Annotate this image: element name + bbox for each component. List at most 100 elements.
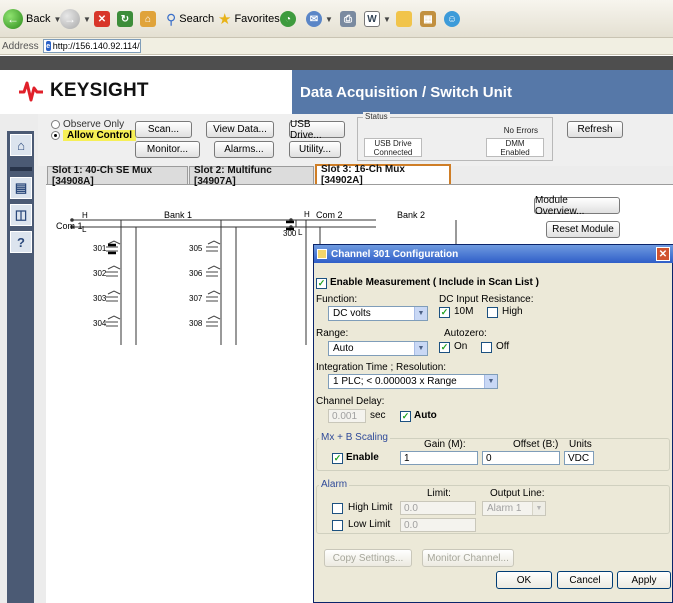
instrument-nav-icon[interactable]: ▤	[10, 177, 32, 199]
integration-select[interactable]: 1 PLC; < 0.000003 x Range ▼	[328, 374, 498, 389]
dc-10m-checkbox[interactable]: ✓	[439, 307, 450, 318]
search-button[interactable]: ⚲ Search	[166, 8, 214, 30]
tab-slot-1[interactable]: Slot 1: 40-Ch SE Mux [34908A]	[47, 165, 188, 187]
chevron-down-icon: ▼	[83, 14, 91, 24]
autozero-off-label: Off	[496, 341, 510, 352]
allow-control-label: Allow Control	[63, 130, 136, 141]
units-label: Units	[569, 439, 592, 450]
channel-306-label[interactable]: 306	[189, 269, 202, 278]
dc-high-checkbox[interactable]	[487, 307, 498, 318]
channel-302-label[interactable]: 302	[93, 269, 106, 278]
stop-icon: ✕	[94, 11, 110, 27]
output-line-select[interactable]: Alarm 1 ▼	[482, 501, 546, 516]
search-icon: ⚲	[166, 10, 177, 27]
view-data-button[interactable]: View Data...	[206, 121, 274, 138]
bank2-label: Bank 2	[397, 210, 426, 220]
messenger-button[interactable]: ☺	[444, 8, 460, 30]
monitor-channel-button[interactable]: Monitor Channel...	[422, 549, 514, 567]
observe-only-option[interactable]: Observe Only	[51, 119, 124, 130]
alarms-button[interactable]: Alarms...	[214, 141, 274, 158]
function-label: Function:	[316, 294, 358, 305]
autozero-off-checkbox[interactable]	[481, 342, 492, 353]
chevron-down-icon: ▼	[414, 342, 427, 355]
scan-button[interactable]: Scan...	[135, 121, 192, 138]
scaling-enable-label: Enable	[346, 452, 379, 463]
allow-control-option[interactable]: Allow Control	[51, 130, 136, 141]
copy-settings-button[interactable]: Copy Settings...	[324, 549, 412, 567]
channel-308-label[interactable]: 308	[189, 319, 202, 328]
ok-button[interactable]: OK	[496, 571, 552, 589]
tab-slot-3[interactable]: Slot 3: 16-Ch Mux [34902A]	[315, 164, 451, 186]
research-button[interactable]: ▦	[420, 8, 436, 30]
messenger-icon: ☺	[444, 11, 460, 27]
gain-input[interactable]: 1	[400, 451, 478, 465]
autozero-on-checkbox[interactable]: ✓	[439, 342, 450, 353]
address-label: Address	[2, 40, 39, 52]
channel-305-label[interactable]: 305	[189, 244, 202, 253]
url-text: http://156.140.92.114/	[52, 41, 140, 51]
utility-button[interactable]: Utility...	[289, 141, 341, 158]
high-limit-input[interactable]: 0.0	[400, 501, 476, 515]
units-input[interactable]: VDC	[564, 451, 594, 465]
com2-l-label: L	[298, 228, 303, 237]
dialog-titlebar[interactable]: Channel 301 Configuration	[314, 245, 673, 263]
usb-status: USB Drive Connected	[364, 138, 422, 157]
observe-only-radio[interactable]	[51, 120, 60, 129]
history-button[interactable]: ◔	[280, 8, 296, 30]
edit-icon: W	[364, 11, 380, 27]
low-limit-input[interactable]: 0.0	[400, 518, 476, 532]
usb-drive-button[interactable]: USB Drive...	[289, 119, 345, 141]
delay-input[interactable]: 0.001	[328, 409, 366, 423]
channel-307-label[interactable]: 307	[189, 294, 202, 303]
back-button[interactable]: ← Back ▼	[3, 8, 61, 30]
chevron-down-icon: ▼	[414, 307, 427, 320]
low-limit-label: Low Limit	[348, 519, 391, 530]
range-select[interactable]: Auto ▼	[328, 341, 428, 356]
address-bar: Address e http://156.140.92.114/	[0, 38, 673, 55]
home-button[interactable]: ⌂	[140, 8, 156, 30]
help-nav-icon[interactable]: ?	[10, 231, 32, 253]
research-icon: ▦	[420, 11, 436, 27]
refresh-page-button[interactable]: ↻	[117, 8, 133, 30]
network-nav-icon[interactable]: ◫	[10, 204, 32, 226]
cancel-button[interactable]: Cancel	[557, 571, 613, 589]
keysight-logo: KEYSIGHT	[18, 80, 149, 102]
scaling-enable-checkbox[interactable]: ✓	[332, 453, 343, 464]
channel-301-label[interactable]: 301	[93, 244, 106, 253]
dialog-app-icon	[317, 249, 327, 259]
channel-303-label[interactable]: 303	[93, 294, 106, 303]
function-select[interactable]: DC volts ▼	[328, 306, 428, 321]
favorites-button[interactable]: ★ Favorites	[218, 8, 280, 30]
print-button[interactable]: ⎙	[340, 8, 356, 30]
edit-button[interactable]: W ▼	[364, 8, 391, 30]
mail-icon: ✉	[306, 11, 322, 27]
module-overview-button[interactable]: Module Overview...	[534, 195, 620, 217]
reset-module-button[interactable]: Reset Module	[546, 221, 620, 238]
delay-auto-checkbox[interactable]: ✓	[400, 411, 411, 422]
apply-button[interactable]: Apply	[617, 571, 671, 589]
refresh-icon: ↻	[117, 11, 133, 27]
mail-button[interactable]: ✉ ▼	[306, 8, 333, 30]
high-limit-checkbox[interactable]	[332, 503, 343, 514]
tab-slot-2[interactable]: Slot 2: Multifunc [34907A]	[189, 165, 314, 187]
home-nav-icon[interactable]: ⌂	[10, 134, 32, 156]
low-limit-checkbox[interactable]	[332, 520, 343, 531]
com2-label: Com 2	[316, 210, 343, 220]
folder-button[interactable]	[396, 8, 412, 30]
url-input[interactable]: e http://156.140.92.114/	[42, 39, 141, 53]
dmm-status-line1: DMM	[505, 139, 525, 148]
scaling-legend: Mx + B Scaling	[319, 432, 390, 443]
offset-input[interactable]: 0	[482, 451, 560, 465]
channel-304-label[interactable]: 304	[93, 319, 106, 328]
enable-measurement-checkbox[interactable]: ✓	[316, 278, 327, 289]
refresh-button[interactable]: Refresh	[567, 121, 623, 138]
monitor-button[interactable]: Monitor...	[135, 141, 200, 158]
integration-label: Integration Time ; Resolution:	[316, 362, 447, 373]
stop-button[interactable]: ✕	[94, 8, 110, 30]
range-value: Auto	[333, 343, 354, 354]
folder-icon	[396, 11, 412, 27]
usb-status-line1: USB Drive	[374, 139, 412, 148]
allow-control-radio[interactable]	[51, 131, 60, 140]
forward-button[interactable]: → ▼	[60, 8, 91, 30]
close-icon[interactable]: ✕	[656, 247, 670, 261]
